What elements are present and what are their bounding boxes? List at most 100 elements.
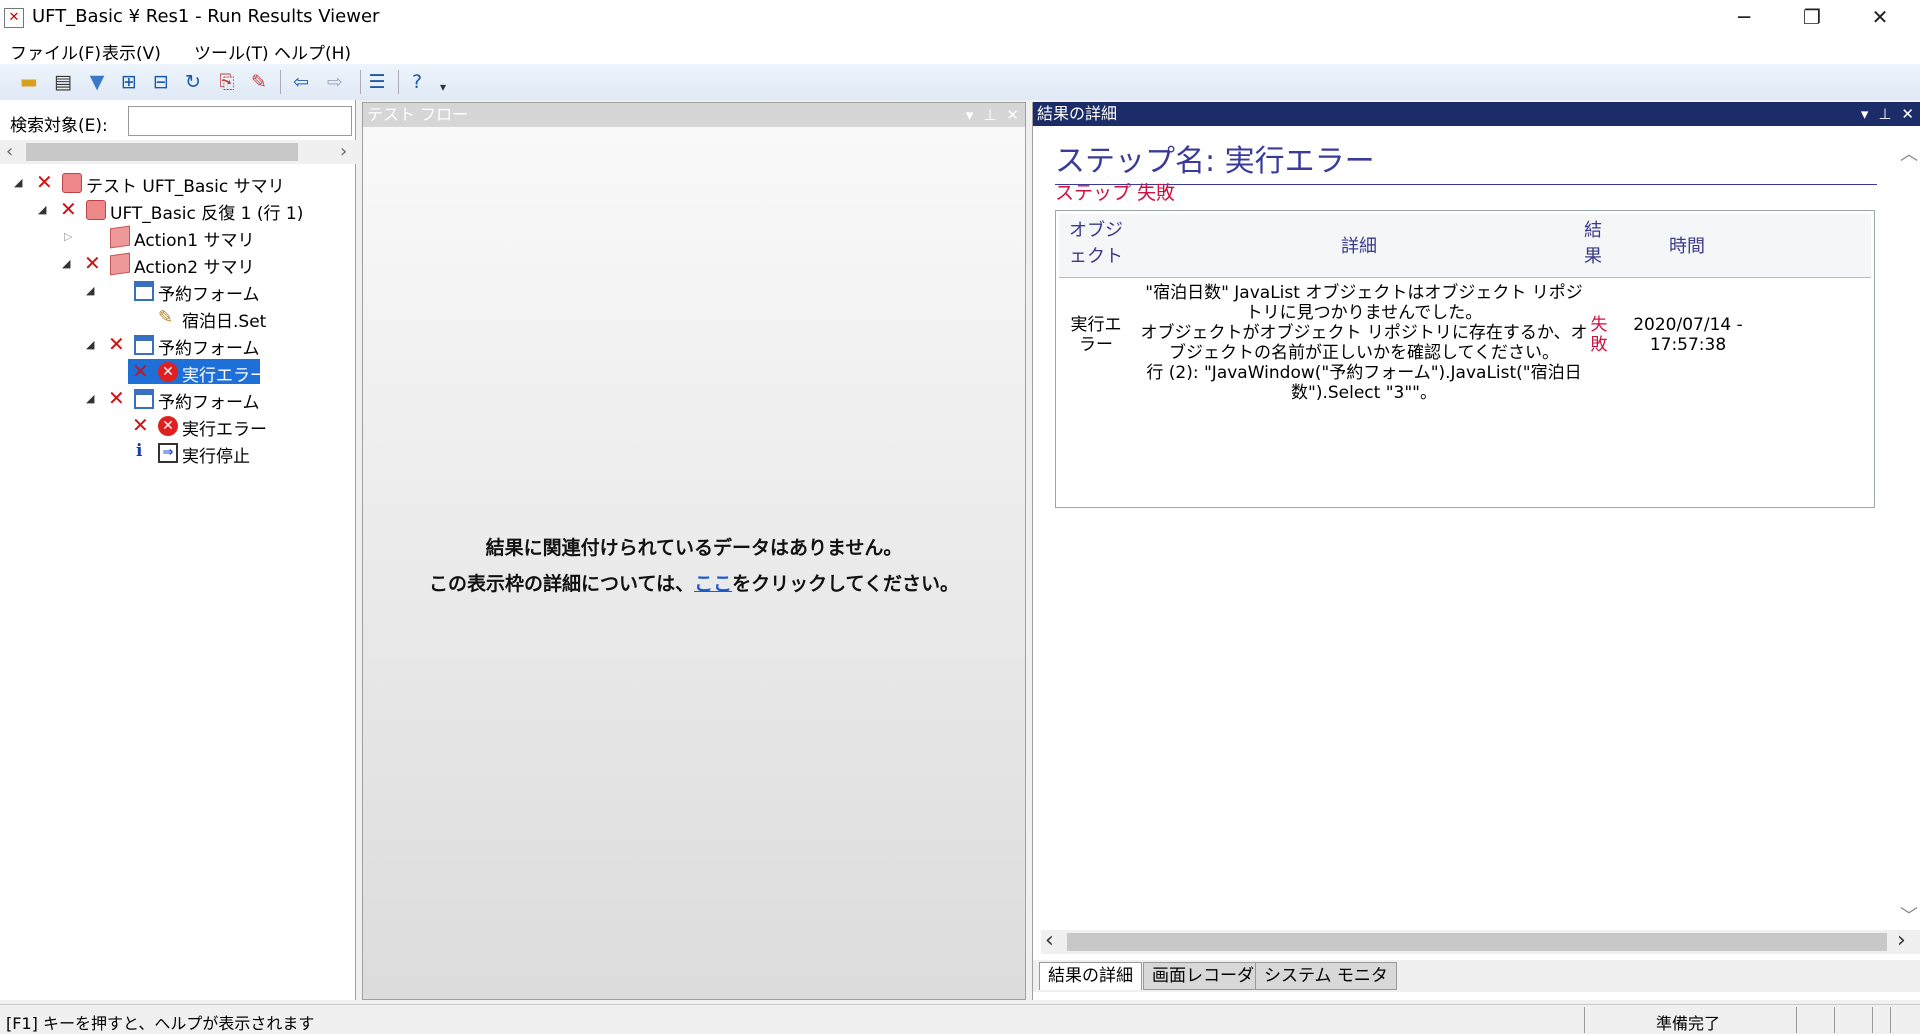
expanded-icon[interactable]: ◢ (86, 392, 94, 405)
column-header-time: 時間 (1669, 236, 1705, 257)
result-details-pane: 結果の詳細 ▾ ⊥ ✕ ステップ名: 実行エラー ステップ 失敗 オブジェクト 詳細… (1032, 102, 1920, 1000)
details-vertical-scrollbar[interactable]: ︿ ﹀ (1896, 136, 1920, 928)
toolbar-overflow-icon[interactable]: ▾ (430, 74, 456, 100)
fail-mark-icon: ✕ (60, 197, 77, 221)
menu-file[interactable]: ファイル(F) (10, 39, 101, 64)
tree-item-label: 実行停止 (182, 447, 250, 467)
expanded-icon[interactable]: ◢ (62, 257, 70, 270)
scroll-thumb[interactable] (26, 143, 298, 161)
collapsed-icon[interactable]: ▷ (64, 230, 72, 243)
detail-line: オブジェクトがオブジェクト リポジトリに存在するか、オブジェクトの名前が正しいか… (1140, 323, 1588, 363)
test-flow-header: テスト フロー ▾ ⊥ ✕ (363, 103, 1025, 127)
result-details-header: 結果の詳細 ▾ ⊥ ✕ (1033, 102, 1920, 126)
tree-item-label: テスト UFT_Basic サマリ (86, 177, 285, 197)
expanded-icon[interactable]: ◢ (86, 284, 94, 297)
tree-row[interactable]: ▷ Action1 サマリ (0, 224, 356, 251)
expanded-icon[interactable]: ◢ (86, 338, 94, 351)
expand-all-icon[interactable]: ⊞ (116, 69, 142, 95)
filter-icon[interactable]: ▼ (84, 69, 110, 95)
scroll-thumb[interactable] (1067, 933, 1887, 951)
tree-item-label: 予約フォーム (158, 285, 260, 305)
scroll-right-icon[interactable]: › (1897, 928, 1906, 953)
help-link[interactable]: ここ (694, 573, 732, 595)
tab-screen-recorder[interactable]: 画面レコーダ (1143, 962, 1263, 990)
details-table: オブジェクト 詳細 結果 時間 実行エラー "宿泊日数" JavaList オブ… (1055, 210, 1875, 508)
tree-horizontal-scrollbar[interactable]: ‹ › (0, 140, 356, 164)
results-viewer-icon: ✕ (4, 8, 24, 28)
fail-mark-icon: ✕ (84, 251, 101, 275)
toolbar: ▬ ▤ ▼ ⊞ ⊟ ↻ ⎘ ✎ ⇦ ⇨ ☰ ? ▾ (0, 64, 1920, 100)
scroll-left-icon[interactable]: ‹ (6, 141, 13, 162)
status-help-text: [F1] キーを押すと、ヘルプが表示されます (6, 1014, 315, 1033)
print-icon[interactable]: ▤ (50, 69, 76, 95)
tree-row[interactable]: ✕ ✕ 実行エラー (0, 413, 356, 440)
detail-line: 行 (2): "JavaWindow("予約フォーム").JavaList("宿… (1146, 363, 1582, 403)
scroll-down-icon[interactable]: ﹀ (1900, 902, 1918, 928)
tree-item-label: 宿泊日.Set (182, 312, 267, 332)
cell-object: 実行エラー (1070, 315, 1122, 355)
cell-time: 2020/07/14 - 17:57:38 (1633, 315, 1743, 355)
table-row: 実行エラー "宿泊日数" JavaList オブジェクトはオブジェクト リポジト… (1059, 283, 1871, 403)
pane-title: 結果の詳細 (1037, 104, 1118, 123)
restore-button[interactable]: ❐ (1784, 0, 1840, 34)
list-icon[interactable]: ☰ (364, 69, 390, 95)
window-icon (134, 281, 154, 301)
pane-close-icon[interactable]: ✕ (1901, 105, 1914, 123)
tree-row[interactable]: ◢ ✕ UFT_Basic 反復 1 (行 1) (0, 197, 356, 224)
fail-mark-icon: ✕ (108, 332, 125, 356)
refresh-icon[interactable]: ↻ (180, 69, 206, 95)
scroll-right-icon[interactable]: › (340, 141, 347, 162)
pin-icon[interactable]: ⊥ (1878, 105, 1891, 123)
help-message-suffix: をクリックしてください。 (732, 573, 959, 595)
search-label: 検索対象(E): (10, 116, 108, 136)
tab-system-monitor[interactable]: システム モニタ (1255, 962, 1397, 990)
pane-close-icon[interactable]: ✕ (1006, 106, 1019, 124)
scroll-up-icon[interactable]: ︿ (1900, 140, 1918, 166)
expanded-icon[interactable]: ◢ (14, 176, 22, 189)
expanded-icon[interactable]: ◢ (38, 203, 46, 216)
cell-detail: "宿泊日数" JavaList オブジェクトはオブジェクト リポジトリに見つかり… (1139, 283, 1589, 403)
forward-arrow-icon[interactable]: ⇨ (322, 69, 348, 95)
export-icon[interactable]: ⎘ (214, 69, 240, 95)
table-header: オブジェクト 詳細 結果 時間 (1059, 214, 1871, 278)
iteration-icon (86, 200, 106, 220)
tree-item-label: 実行エラー (182, 420, 267, 440)
status-bar: [F1] キーを押すと、ヘルプが表示されます 準備完了 (0, 1004, 1920, 1034)
open-folder-icon[interactable]: ▬ (16, 69, 42, 95)
menu-help[interactable]: ヘルプ(H) (274, 39, 351, 64)
tree-row[interactable]: ✎ 宿泊日.Set (0, 305, 356, 333)
back-arrow-icon[interactable]: ⇦ (288, 69, 314, 95)
step-status: ステップ 失敗 (1055, 182, 1176, 204)
status-state: 準備完了 (1656, 1014, 1721, 1033)
menu-view[interactable]: 表示(V) (102, 39, 161, 64)
toolbar-separator (280, 70, 281, 94)
search-input[interactable] (128, 106, 352, 136)
tree-row[interactable]: ◢ 予約フォーム (0, 278, 356, 305)
collapse-all-icon[interactable]: ⊟ (148, 69, 174, 95)
scroll-left-icon[interactable]: ‹ (1045, 928, 1054, 953)
tree-row[interactable]: ◢ ✕ 予約フォーム (0, 332, 356, 359)
pencil-icon: ✎ (158, 307, 174, 328)
help-icon[interactable]: ? (404, 69, 430, 95)
window-title: UFT_Basic ¥ Res1 - Run Results Viewer (32, 6, 380, 27)
tree-row[interactable]: ◢ ✕ Action2 サマリ (0, 251, 356, 278)
tree-row-selected[interactable]: ✕ ✕ 実行エラー (0, 359, 356, 386)
minimize-button[interactable]: ─ (1716, 0, 1772, 34)
stop-icon: ⇒ (158, 443, 178, 463)
help-message-prefix: この表示枠の詳細については、 (429, 573, 695, 595)
pane-menu-icon[interactable]: ▾ (1861, 105, 1869, 123)
tree-item-label: Action1 サマリ (134, 231, 255, 251)
close-button[interactable]: ✕ (1852, 0, 1908, 34)
details-horizontal-scrollbar[interactable]: ‹ › (1041, 928, 1920, 954)
menu-tools[interactable]: ツール(T) (194, 39, 269, 64)
tab-result-details[interactable]: 結果の詳細 (1039, 962, 1142, 990)
pin-icon[interactable]: ⊥ (983, 106, 996, 124)
tree-row[interactable]: ◢ ✕ 予約フォーム (0, 386, 356, 413)
tree-row[interactable]: ◢ ✕ テスト UFT_Basic サマリ (0, 170, 356, 197)
pane-menu-icon[interactable]: ▾ (966, 106, 974, 124)
edit-icon[interactable]: ✎ (246, 69, 272, 95)
tree-item-label: UFT_Basic 反復 1 (行 1) (110, 204, 304, 224)
tree-row[interactable]: i ⇒ 実行停止 (0, 440, 356, 467)
column-header-result: 結果 (1584, 220, 1602, 267)
column-header-detail: 詳細 (1341, 236, 1377, 257)
